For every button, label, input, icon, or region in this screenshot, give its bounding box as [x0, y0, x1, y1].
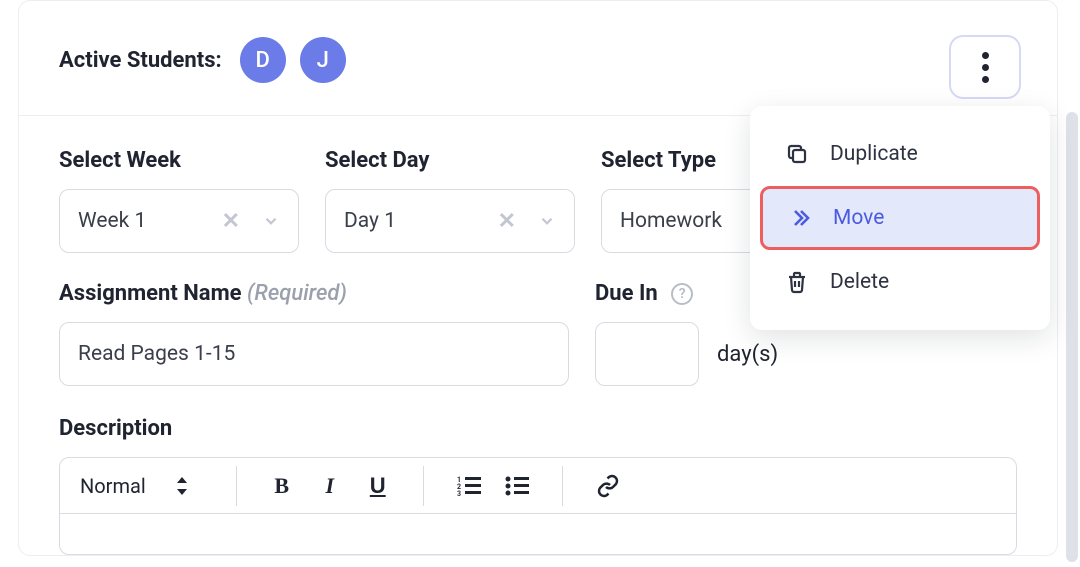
assignment-name-input[interactable]	[59, 322, 569, 386]
select-day-label: Select Day	[325, 148, 575, 173]
options-menu: Duplicate Move Delete	[750, 106, 1050, 330]
rich-text-editor: Normal B I U 123	[59, 457, 1017, 555]
toolbar-divider	[236, 466, 237, 506]
editor-content[interactable]	[60, 514, 1016, 554]
select-week-label: Select Week	[59, 148, 299, 173]
ordered-list-icon: 123	[457, 475, 481, 497]
select-day-dropdown[interactable]: Day 1 ✕	[325, 189, 575, 253]
menu-item-delete[interactable]: Delete	[760, 250, 1040, 314]
more-options-button[interactable]	[949, 35, 1021, 99]
toolbar-divider	[562, 466, 563, 506]
duplicate-icon	[784, 141, 810, 167]
format-value: Normal	[80, 474, 146, 498]
select-week-value: Week 1	[78, 209, 222, 233]
chevron-down-icon	[262, 212, 280, 230]
clear-icon[interactable]: ✕	[222, 209, 240, 234]
due-in-unit: day(s)	[717, 342, 778, 367]
chevron-down-icon	[538, 212, 556, 230]
delete-icon	[784, 269, 810, 295]
menu-label: Duplicate	[830, 142, 918, 166]
active-students-label: Active Students:	[59, 48, 222, 73]
required-hint: (Required)	[247, 281, 347, 306]
card-header: Active Students: D J	[19, 1, 1057, 116]
move-icon	[787, 205, 813, 231]
bold-button[interactable]: B	[263, 467, 301, 505]
format-dropdown[interactable]: Normal	[80, 474, 210, 498]
description-label: Description	[59, 416, 172, 441]
sort-icon	[176, 477, 188, 495]
assignment-name-label: Assignment Name (Required)	[59, 281, 569, 306]
help-icon[interactable]: ?	[671, 283, 693, 305]
clear-icon[interactable]: ✕	[498, 209, 516, 234]
svg-text:3: 3	[457, 490, 461, 497]
editor-toolbar: Normal B I U 123	[60, 458, 1016, 514]
ordered-list-button[interactable]: 123	[450, 467, 488, 505]
unordered-list-icon	[505, 475, 529, 497]
select-week-dropdown[interactable]: Week 1 ✕	[59, 189, 299, 253]
description-field: Description Normal B I U 123	[59, 416, 1017, 555]
student-avatar[interactable]: J	[300, 37, 346, 83]
more-icon	[982, 52, 989, 83]
unordered-list-button[interactable]	[498, 467, 536, 505]
link-button[interactable]	[589, 467, 627, 505]
toolbar-divider	[423, 466, 424, 506]
assignment-name-field: Assignment Name (Required)	[59, 281, 569, 386]
student-avatar[interactable]: D	[240, 37, 286, 83]
underline-button[interactable]: U	[359, 467, 397, 505]
select-week-field: Select Week Week 1 ✕	[59, 148, 299, 253]
select-day-field: Select Day Day 1 ✕	[325, 148, 575, 253]
due-in-input[interactable]	[595, 322, 699, 386]
scrollbar[interactable]	[1066, 112, 1078, 562]
menu-label: Delete	[830, 270, 889, 294]
menu-item-duplicate[interactable]: Duplicate	[760, 122, 1040, 186]
menu-label: Move	[833, 206, 884, 230]
menu-item-move[interactable]: Move	[760, 186, 1040, 250]
italic-button[interactable]: I	[311, 467, 349, 505]
link-icon	[596, 474, 620, 498]
select-day-value: Day 1	[344, 209, 498, 233]
